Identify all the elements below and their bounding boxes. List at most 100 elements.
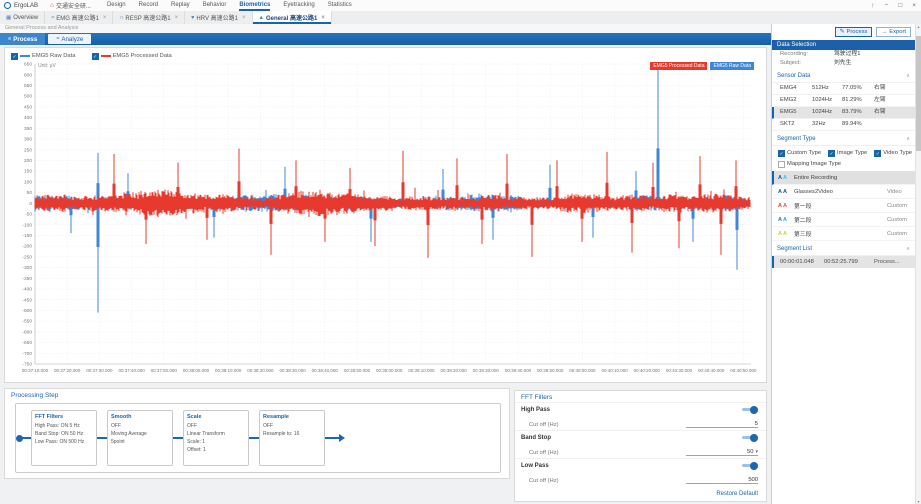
processing-card-line: Scale: 1 — [187, 438, 245, 446]
menu-item-replay[interactable]: Replay — [171, 0, 190, 11]
collapse-chevron-icon[interactable]: ∧ — [906, 134, 910, 145]
menu-item-biometrics[interactable]: Biometrics — [239, 0, 270, 11]
project-name[interactable]: ⌂ 交通安全研... — [50, 1, 91, 10]
sensor-data-section-header[interactable]: Sensor Data ∧ — [772, 71, 915, 83]
restore-default-link[interactable]: Restore Default — [716, 491, 758, 497]
y-tick-label: -300 — [22, 265, 32, 271]
processed-data-label: EMG5 Processed Data — [113, 53, 172, 59]
x-tick-label: 00:40:20.000 — [634, 368, 661, 373]
tab-close-icon[interactable]: × — [103, 15, 107, 21]
processed-badge: EMG5 Processed Data — [650, 62, 707, 70]
x-tick-label: 00:39:40.000 — [505, 368, 532, 373]
right-sidebar: ✎ Process → Export Data Selection Record… — [771, 24, 915, 504]
menu-item-design[interactable]: Design — [107, 0, 126, 11]
dropdown-caret-icon: ▾ — [755, 449, 758, 455]
segment-type-checkbox-mapping-image-type[interactable]: Mapping Image Type — [778, 161, 841, 168]
flow-end-arrow-icon — [325, 437, 343, 439]
sensor-cell: 右臂 — [874, 83, 915, 94]
checkbox-icon: ✓ — [92, 53, 99, 60]
menu-item-statistics[interactable]: Statistics — [328, 0, 352, 11]
sensor-row[interactable]: SKT232Hz89.94% — [772, 119, 915, 131]
processing-card-fft-filters[interactable]: FFT FiltersHigh Pass: ON 5 HzBand Stop: … — [31, 410, 97, 466]
processing-card-scale[interactable]: ScaleOFFLinear TransformScale: 1Offset: … — [183, 410, 249, 466]
tab-overview[interactable]: ▦Overview — [0, 11, 45, 24]
process-button[interactable]: ✎ Process — [835, 27, 873, 37]
y-tick-label: -550 — [22, 319, 32, 325]
sensor-cell: 77.05% — [842, 83, 874, 94]
tab-hrv-高速公路1[interactable]: ♥HRV 高速公路1× — [185, 11, 252, 24]
segment-item-entire-recording[interactable]: AAEntire Recording — [772, 171, 915, 185]
fft-cutoff-row: Cut off (Hz)500 — [515, 472, 766, 486]
x-tick-label: 00:37:10.000 — [22, 368, 49, 373]
segment-type-section-header[interactable]: Segment Type ∧ — [772, 134, 915, 146]
cutoff-input[interactable]: 50▾ — [686, 449, 758, 456]
y-tick-label: -250 — [22, 254, 32, 260]
segment-item-glasses2video[interactable]: AAGlasses2VideoVideo — [772, 185, 915, 199]
y-tick-label: 200 — [24, 158, 32, 164]
cutoff-value: 50 — [747, 449, 753, 455]
cutoff-input[interactable]: 500 — [686, 477, 758, 484]
processed-data-checkbox[interactable]: ✓ EMG5 Processed Data — [92, 53, 172, 60]
y-tick-label: -150 — [22, 233, 32, 239]
segment-type-title: Segment Type — [777, 134, 816, 145]
maximize-icon[interactable]: □ — [898, 0, 902, 11]
processing-card-line: OFF — [187, 422, 245, 430]
mode-tab-analyze[interactable]: ≈Analyze — [48, 34, 91, 44]
sensor-row[interactable]: EMG51024Hz83.79%右臂 — [772, 107, 915, 119]
segment-type-checkbox-custom-type[interactable]: ✓Custom Type — [778, 150, 821, 157]
segment-list-section-header[interactable]: Segment List ∧ — [772, 244, 915, 256]
segment-list-table: 00:00:01.04800:52:25.799Process... — [772, 256, 915, 268]
scroll-down-icon[interactable]: ▾ — [916, 499, 921, 504]
segment-item-第二段[interactable]: AA第二段Custom — [772, 213, 915, 227]
cutoff-input[interactable]: 5 — [686, 421, 758, 428]
toggle-high-pass[interactable] — [742, 408, 758, 411]
y-tick-label: -400 — [22, 287, 32, 293]
tab-emg-高速公路1[interactable]: ≈EMG 高速公路1× — [45, 11, 113, 24]
processing-card-line: 5point — [111, 438, 169, 446]
tab-resp-高速公路1[interactable]: ∩RESP 高速公路1× — [113, 11, 185, 24]
vertical-scrollbar[interactable]: ▴ ▾ — [915, 24, 921, 504]
tab-close-icon[interactable]: × — [175, 15, 179, 21]
scroll-up-icon[interactable]: ▴ — [916, 24, 921, 29]
tab-close-icon[interactable]: × — [242, 15, 246, 21]
x-tick-label: 00:38:50.000 — [344, 368, 371, 373]
collapse-chevron-icon[interactable]: ∧ — [906, 71, 910, 82]
segment-item-第三段[interactable]: AA第三段Custom — [772, 227, 915, 241]
x-tick-label: 00:39:50.000 — [537, 368, 564, 373]
x-tick-label: 00:38:40.000 — [312, 368, 339, 373]
sensor-row[interactable]: EMG21024Hz81.29%左臂 — [772, 95, 915, 107]
mode-tab-process[interactable]: ≡Process — [0, 33, 45, 45]
emg-chart[interactable]: 650600550500450400350300250200150100500-… — [5, 60, 761, 380]
export-button[interactable]: → Export — [876, 27, 911, 37]
menu-item-behavior[interactable]: Behavior — [203, 0, 227, 11]
segment-type-label: Video — [887, 189, 915, 195]
segment-list-row[interactable]: 00:00:01.04800:52:25.799Process... — [772, 256, 915, 268]
pin-icon[interactable]: ↑ — [871, 0, 874, 11]
toggle-low-pass[interactable] — [742, 464, 758, 467]
scrollbar-thumb[interactable] — [916, 36, 921, 151]
mode-tab-label: Process — [13, 36, 37, 43]
tab-close-icon[interactable]: × — [321, 15, 325, 21]
tab-general-高速公路1[interactable]: ▲General 高速公路1× — [253, 11, 332, 24]
y-tick-label: 300 — [24, 137, 32, 143]
processing-step-panel: Processing Step FFT FiltersHigh Pass: ON… — [4, 388, 510, 479]
y-tick-label: -700 — [22, 351, 32, 357]
menu-item-eyetracking[interactable]: Eyetracking — [283, 0, 314, 11]
tab-label: HRV 高速公路1 — [196, 13, 238, 22]
toggle-band-stop[interactable] — [742, 436, 758, 439]
sensor-row[interactable]: EMG4512Hz77.05%右臂 — [772, 83, 915, 95]
segment-type-checkbox-video-type[interactable]: ✓Video Type — [874, 150, 912, 157]
checkbox-icon: ✓ — [11, 53, 18, 60]
collapse-chevron-icon[interactable]: ∧ — [906, 244, 910, 255]
segment-item-第一段[interactable]: AA第一段Custom — [772, 199, 915, 213]
segment-type-checkbox-image-type[interactable]: ✓Image Type — [828, 150, 867, 157]
processing-card-smooth[interactable]: SmoothOFFMoving Average5point — [107, 410, 173, 466]
sensor-cell: 83.79% — [842, 107, 874, 118]
process-button-label: Process — [846, 29, 867, 35]
x-tick-label: 00:37:40.000 — [118, 368, 145, 373]
menu-item-record[interactable]: Record — [139, 0, 158, 11]
close-icon[interactable]: × — [912, 0, 916, 11]
minimize-icon[interactable]: − — [884, 0, 888, 11]
processing-card-resample[interactable]: ResampleOFFResample to: 16 — [259, 410, 325, 466]
raw-data-checkbox[interactable]: ✓ EMG5 Raw Data — [11, 53, 76, 60]
